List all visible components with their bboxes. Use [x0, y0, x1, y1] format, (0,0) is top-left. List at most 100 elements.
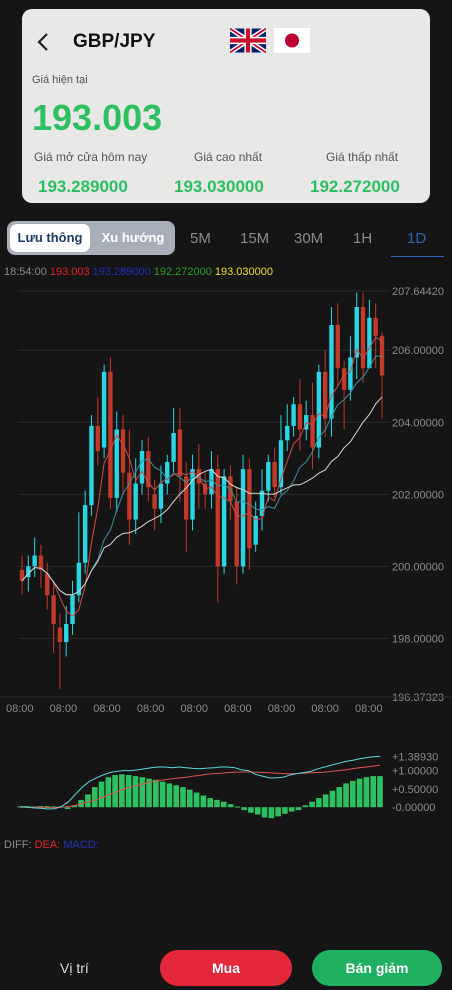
- candle-body: [139, 451, 145, 484]
- x-tick-label: 08:00: [6, 703, 34, 715]
- macd-bar: [282, 807, 288, 814]
- candle-body: [89, 425, 94, 506]
- macd-bar: [343, 783, 349, 808]
- candle-body: [247, 469, 252, 549]
- moving-average-line: [21, 355, 383, 596]
- candle-body: [373, 317, 378, 336]
- macd-bar: [322, 794, 329, 808]
- macd-bar: [302, 805, 309, 808]
- macd-bar: [98, 781, 105, 808]
- sell-button[interactable]: Bán giảm: [312, 950, 442, 986]
- candle-body: [266, 461, 271, 491]
- candle-body: [158, 483, 164, 509]
- macd-bar: [112, 775, 118, 808]
- macd-bar: [220, 801, 227, 808]
- candle-body: [51, 595, 56, 624]
- candle-body: [101, 371, 107, 448]
- candle-body: [329, 325, 334, 419]
- macd-bar: [187, 789, 193, 808]
- macd-bar: [241, 807, 247, 811]
- candle-body: [32, 555, 37, 567]
- candle-body: [82, 505, 88, 563]
- y-tick-label: 207.64420: [392, 286, 444, 298]
- candle-body: [108, 371, 113, 498]
- macd-bar: [91, 787, 98, 808]
- macd-bar: [125, 775, 132, 808]
- candle-body: [177, 429, 183, 477]
- candle-body: [165, 461, 170, 484]
- macd-bar: [85, 794, 91, 808]
- x-tick-label: 08:00: [50, 703, 78, 715]
- macd-bar: [214, 799, 220, 808]
- macd-diff-label: DIFF:: [4, 839, 32, 851]
- candle-body: [152, 494, 157, 509]
- candle-body: [285, 425, 290, 441]
- candle-body: [146, 451, 151, 488]
- macd-bar: [207, 798, 213, 808]
- macd-bar: [193, 792, 200, 808]
- macd-bar: [370, 776, 377, 808]
- macd-bar: [309, 801, 315, 808]
- candle-body: [335, 325, 340, 369]
- candle-body: [360, 307, 366, 369]
- candle-body: [240, 469, 246, 567]
- x-tick-label: 08:00: [224, 703, 252, 715]
- moving-average-line: [21, 396, 383, 596]
- macd-bar: [200, 795, 207, 808]
- candle-body: [190, 469, 195, 520]
- macd-bar: [173, 785, 180, 808]
- y-tick-label: 206.00000: [392, 345, 444, 357]
- x-tick-label: 08:00: [268, 703, 296, 715]
- candle-body: [64, 623, 69, 643]
- macd-bar: [254, 807, 261, 815]
- macd-bar: [248, 807, 254, 813]
- candle-body: [95, 425, 100, 452]
- macd-bar: [261, 807, 268, 818]
- macd-bar: [132, 776, 139, 808]
- macd-bar: [316, 798, 322, 808]
- macd-tick-label: +0.50000: [392, 784, 438, 796]
- x-tick-label: 08:00: [311, 703, 339, 715]
- macd-dea-label: DEA:: [34, 839, 61, 851]
- macd-legend: DIFF: DEA: MACD:: [4, 839, 99, 851]
- macd-bar: [268, 807, 275, 819]
- candle-body: [348, 357, 353, 390]
- y-tick-label: 198.00000: [392, 633, 444, 645]
- candle-body: [291, 404, 296, 426]
- candle-body: [341, 368, 347, 390]
- candle-body: [310, 415, 315, 448]
- position-button[interactable]: Vị trí: [60, 960, 89, 976]
- candle-body: [221, 476, 227, 567]
- macd-bar: [166, 783, 173, 808]
- candle-body: [57, 627, 63, 643]
- candle-body: [120, 429, 126, 473]
- candle-body: [171, 433, 176, 462]
- macd-bar: [350, 780, 356, 808]
- macd-tick-label: -0.00000: [392, 802, 435, 814]
- macd-bar: [295, 807, 302, 811]
- candle-body: [367, 317, 372, 369]
- candle-body: [297, 404, 303, 430]
- macd-bar: [234, 806, 241, 808]
- macd-bar: [139, 777, 146, 808]
- candle-body: [70, 595, 75, 624]
- candle-body: [133, 483, 138, 520]
- macd-bar: [159, 781, 166, 808]
- macd-bar: [356, 778, 363, 808]
- y-tick-label: 196.37323: [392, 692, 444, 704]
- candle-body: [45, 573, 50, 596]
- macd-bar: [227, 804, 234, 808]
- buy-button[interactable]: Mua: [160, 950, 292, 986]
- macd-macd-label: MACD:: [63, 839, 99, 851]
- macd-bar: [288, 807, 295, 812]
- macd-bar: [363, 777, 370, 808]
- macd-bar: [377, 776, 383, 808]
- x-tick-label: 08:00: [355, 703, 383, 715]
- macd-bar: [153, 779, 159, 808]
- y-tick-label: 202.00000: [392, 489, 444, 501]
- macd-bar: [336, 787, 343, 808]
- y-tick-label: 204.00000: [392, 417, 444, 429]
- macd-bar: [105, 777, 112, 808]
- x-tick-label: 08:00: [93, 703, 121, 715]
- moving-average-line: [21, 336, 383, 617]
